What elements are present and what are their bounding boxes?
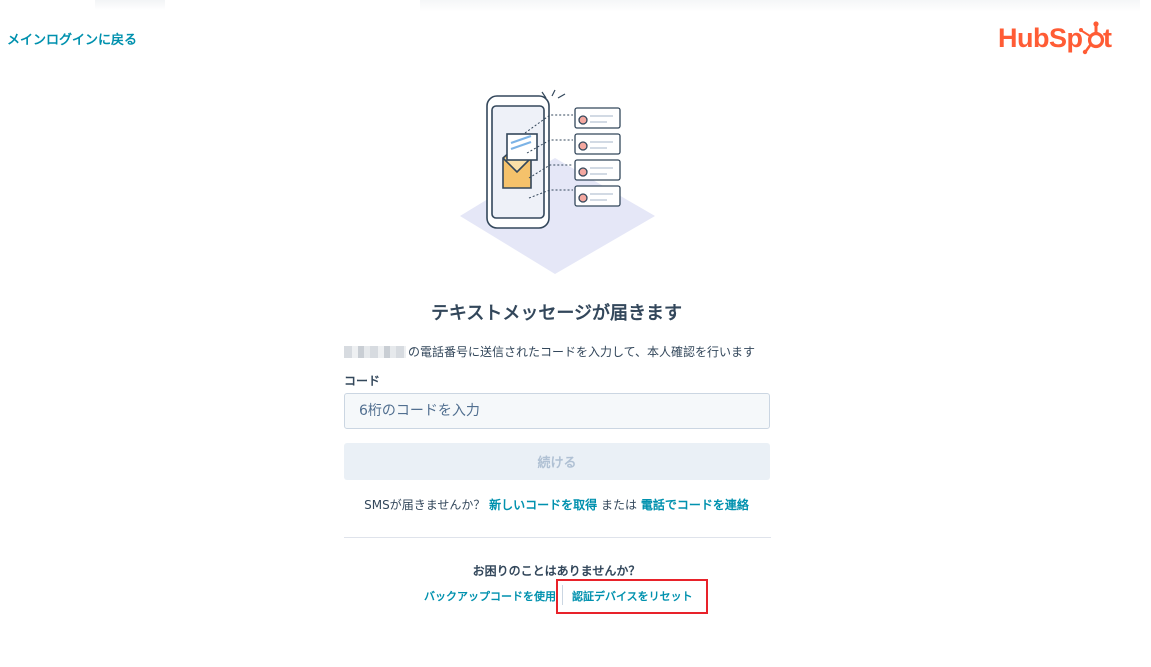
- page-title: テキストメッセージが届きます: [430, 303, 683, 324]
- top-blur: [420, 0, 1140, 12]
- phone-envelope-illustration: [460, 89, 655, 274]
- code-input[interactable]: [344, 393, 770, 429]
- code-field-label: コード: [344, 374, 381, 388]
- sms-help-row: SMSが届きませんか？ 新しいコードを取得 または 電話でコードを連絡: [0, 496, 1113, 513]
- svg-text:t: t: [1103, 23, 1112, 53]
- hubspot-logo: HubSp t: [998, 21, 1112, 55]
- sms-prompt: SMSが届きませんか？: [364, 498, 486, 512]
- or-text: または: [601, 498, 638, 512]
- message-cards: [574, 107, 621, 207]
- highlight-box: [556, 579, 708, 614]
- backup-code-link[interactable]: バックアップコードを使用: [424, 588, 556, 604]
- new-code-link[interactable]: 新しいコードを取得: [489, 498, 597, 512]
- mfa-page: メインログインに戻る HubSp t テキストメッセージが届きます の電話番号に…: [0, 0, 1151, 667]
- top-blur-left: [95, 0, 165, 10]
- divider: [344, 537, 771, 538]
- help-title: お困りのことはありませんか？: [472, 564, 641, 578]
- description: の電話番号に送信されたコードを入力して、本人確認を行います: [344, 343, 755, 360]
- description-text: の電話番号に送信されたコードを入力して、本人確認を行います: [408, 345, 756, 359]
- continue-button[interactable]: 続ける: [344, 443, 770, 480]
- call-code-link[interactable]: 電話でコードを連絡: [641, 498, 749, 512]
- hubspot-logo-text: HubSp: [998, 23, 1083, 53]
- back-to-login-link[interactable]: メインログインに戻る: [7, 29, 137, 48]
- hubspot-sprocket-icon: [1079, 21, 1105, 55]
- redacted-phone-number: [344, 345, 406, 358]
